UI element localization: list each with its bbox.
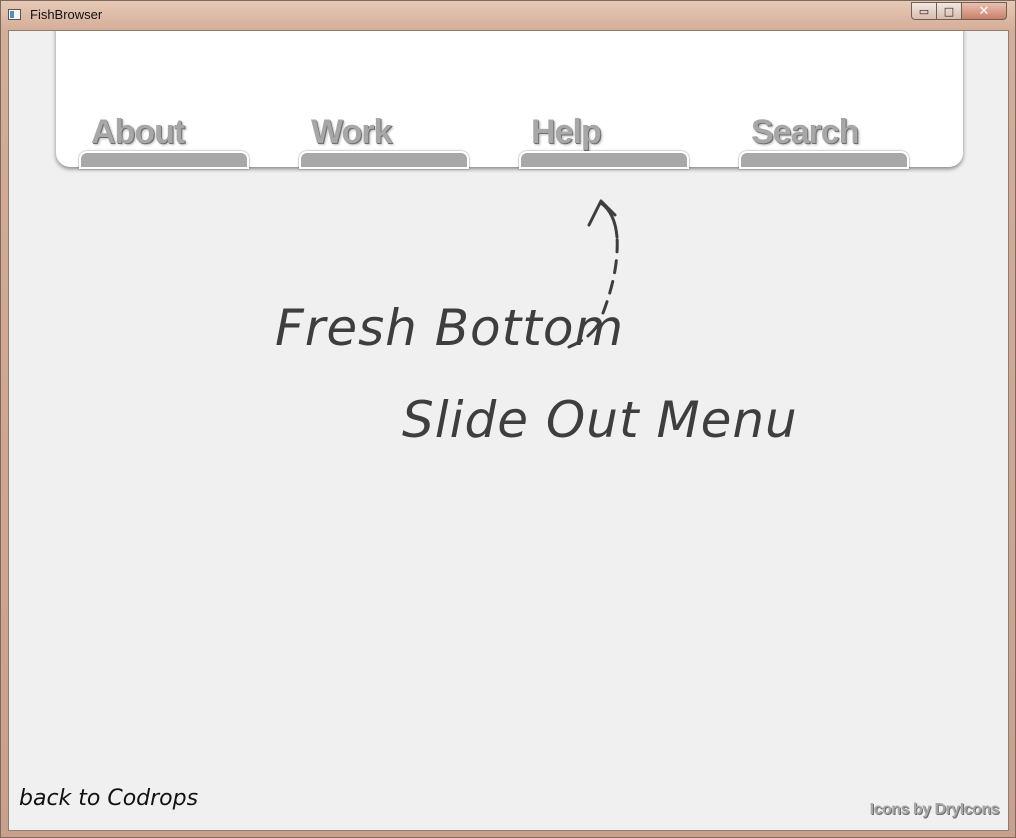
menu-tab[interactable]: [79, 151, 249, 169]
menu-item-label[interactable]: Help: [531, 113, 602, 152]
headline-line-2: Slide Out Menu: [402, 391, 798, 449]
window-controls: ▭ □ ✕: [911, 2, 1007, 21]
page-content: About Work Help Search Fresh Bottom Slid…: [8, 30, 1009, 831]
menu-tab[interactable]: [519, 151, 689, 169]
menu-item-label[interactable]: Search: [751, 113, 859, 152]
app-window-icon: [8, 9, 21, 20]
title-bar[interactable]: FishBrowser ▭ □ ✕: [1, 1, 1015, 29]
maximize-button[interactable]: □: [937, 2, 962, 20]
menu-item-label[interactable]: About: [91, 113, 185, 152]
slide-out-menu: About Work Help Search: [56, 31, 963, 169]
menu-item-search[interactable]: Search: [739, 113, 909, 169]
menu-item-work[interactable]: Work: [299, 113, 469, 169]
window-title: FishBrowser: [30, 7, 103, 22]
menu-item-label[interactable]: Work: [311, 113, 392, 152]
headline-line-1: Fresh Bottom: [275, 299, 625, 357]
menu-tab[interactable]: [739, 151, 909, 169]
icon-credits: Icons by DryIcons: [869, 801, 1000, 818]
menu-tab[interactable]: [299, 151, 469, 169]
back-to-codrops-link[interactable]: back to Codrops: [19, 786, 198, 811]
browser-window: FishBrowser ▭ □ ✕ About Work Help Search: [0, 0, 1016, 838]
minimize-button[interactable]: ▭: [911, 2, 937, 20]
close-button[interactable]: ✕: [962, 2, 1007, 20]
menu-item-about[interactable]: About: [79, 113, 249, 169]
menu-item-help[interactable]: Help: [519, 113, 689, 169]
